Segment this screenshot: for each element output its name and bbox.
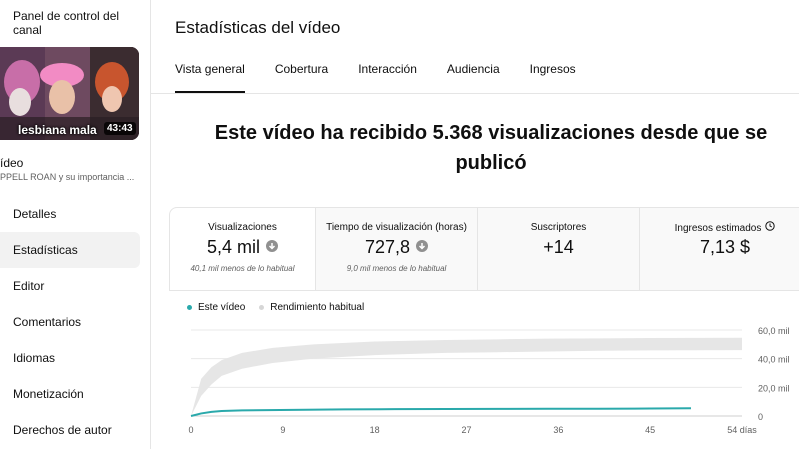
thumbnail-overlay-text: lesbiana mala	[18, 123, 97, 137]
metric-value: 7,13 $	[699, 237, 751, 257]
tab-vista-general[interactable]: Vista general	[175, 62, 245, 93]
clock-icon[interactable]	[765, 221, 776, 234]
sidebar-item-label: Monetización	[13, 387, 84, 401]
sidebar-item-label: Estadísticas	[13, 243, 78, 257]
sidebar-item-label: Detalles	[13, 207, 57, 221]
sidebar-item-estadisticas[interactable]: Estadísticas	[0, 232, 140, 268]
sidebar-item-idiomas[interactable]: Idiomas	[0, 340, 140, 376]
metric-comparison: 40,1 mil menos de lo habitual	[190, 264, 295, 273]
tabs-divider	[151, 93, 799, 94]
sidebar-title: Panel de control del canal	[13, 9, 120, 37]
main-content: Estadísticas del vídeo Vista general Cob…	[151, 0, 799, 449]
metric-label: Suscriptores	[530, 222, 587, 233]
video-duration-badge: 43:43	[104, 122, 136, 135]
video-title: PPELL ROAN y su importancia ...	[0, 172, 135, 182]
sidebar-item-label: Derechos de autor	[13, 423, 112, 437]
metric-card-suscriptores[interactable]: Suscriptores +14	[478, 208, 640, 290]
tab-cobertura[interactable]: Cobertura	[275, 62, 328, 93]
legend-label: Este vídeo	[198, 302, 246, 313]
sidebar-item-comentarios[interactable]: Comentarios	[0, 304, 140, 340]
metric-comparison: 9,0 mil menos de lo habitual	[346, 264, 447, 273]
metric-cards: Visualizaciones 5,4 mil 40,1 mil menos d…	[169, 207, 799, 291]
x-tick-label: 0	[188, 425, 193, 435]
views-chart[interactable]: 0 20,0 mil 40,0 mil 60,0 mil 0 9 18 27 36 45 54 dí…	[151, 318, 799, 449]
x-tick-label: 9	[280, 425, 285, 435]
x-tick-label: 27	[461, 425, 471, 435]
legend-item-rendimiento-habitual[interactable]: Rendimiento habitual	[259, 302, 364, 313]
tab-interaccion[interactable]: Interacción	[358, 62, 417, 93]
metric-label: Tiempo de visualización (horas)	[326, 222, 467, 233]
sidebar-item-label: Comentarios	[13, 315, 82, 329]
sidebar-item-monetizacion[interactable]: Monetización	[0, 376, 140, 412]
metric-label: Ingresos estimados	[640, 221, 799, 235]
metric-card-tiempo-visualizacion[interactable]: Tiempo de visualización (horas) 727,8 9,…	[316, 208, 478, 290]
page-title: Estadísticas del vídeo	[175, 18, 341, 37]
headline: Este vídeo ha recibido 5.368 visualizaci…	[214, 122, 768, 174]
legend-dot	[259, 305, 265, 310]
series-este-video-line	[190, 407, 691, 417]
sidebar: Panel de control del canal lesbiana mala…	[0, 0, 151, 449]
x-tick-label: 45	[645, 425, 655, 435]
metric-value: 727,8	[316, 237, 477, 258]
metric-value: +14	[543, 237, 574, 257]
metric-card-ingresos-estimados[interactable]: Ingresos estimados 7,13 $	[640, 208, 799, 290]
tab-ingresos[interactable]: Ingresos	[530, 62, 576, 93]
legend-dot	[187, 305, 192, 310]
y-tick-label: 0	[758, 412, 763, 422]
metric-value: 5,4 mil	[170, 237, 315, 258]
legend-item-este-video[interactable]: Este vídeo	[187, 302, 245, 313]
sidebar-item-label: Editor	[13, 279, 45, 293]
chart-legend: Este vídeo Rendimiento habitual	[187, 302, 378, 313]
y-tick-label: 40,0 mil	[758, 355, 790, 365]
sidebar-item-detalles[interactable]: Detalles	[0, 196, 140, 232]
sidebar-nav: Detalles Estadísticas Editor Comentarios…	[0, 196, 150, 448]
tab-audiencia[interactable]: Audiencia	[447, 62, 500, 93]
sidebar-item-derechos-de-autor[interactable]: Derechos de autor	[0, 412, 140, 448]
tab-bar: Vista general Cobertura Interacción Audi…	[175, 62, 606, 93]
arrow-down-icon	[266, 240, 278, 253]
series-rendimiento-habitual-band	[191, 337, 742, 416]
legend-label: Rendimiento habitual	[270, 302, 365, 313]
x-tick-label: 54 días	[727, 425, 757, 435]
sidebar-item-label: Idiomas	[13, 351, 56, 365]
sidebar-item-editor[interactable]: Editor	[0, 268, 140, 304]
y-tick-label: 20,0 mil	[758, 383, 790, 393]
y-tick-label: 60,0 mil	[758, 326, 790, 336]
video-label: ídeo	[0, 156, 24, 170]
metric-label: Visualizaciones	[208, 222, 277, 233]
x-tick-label: 18	[370, 425, 380, 435]
x-tick-label: 36	[553, 425, 563, 435]
arrow-down-icon	[416, 240, 429, 253]
metric-card-visualizaciones[interactable]: Visualizaciones 5,4 mil 40,1 mil menos d…	[170, 208, 316, 290]
